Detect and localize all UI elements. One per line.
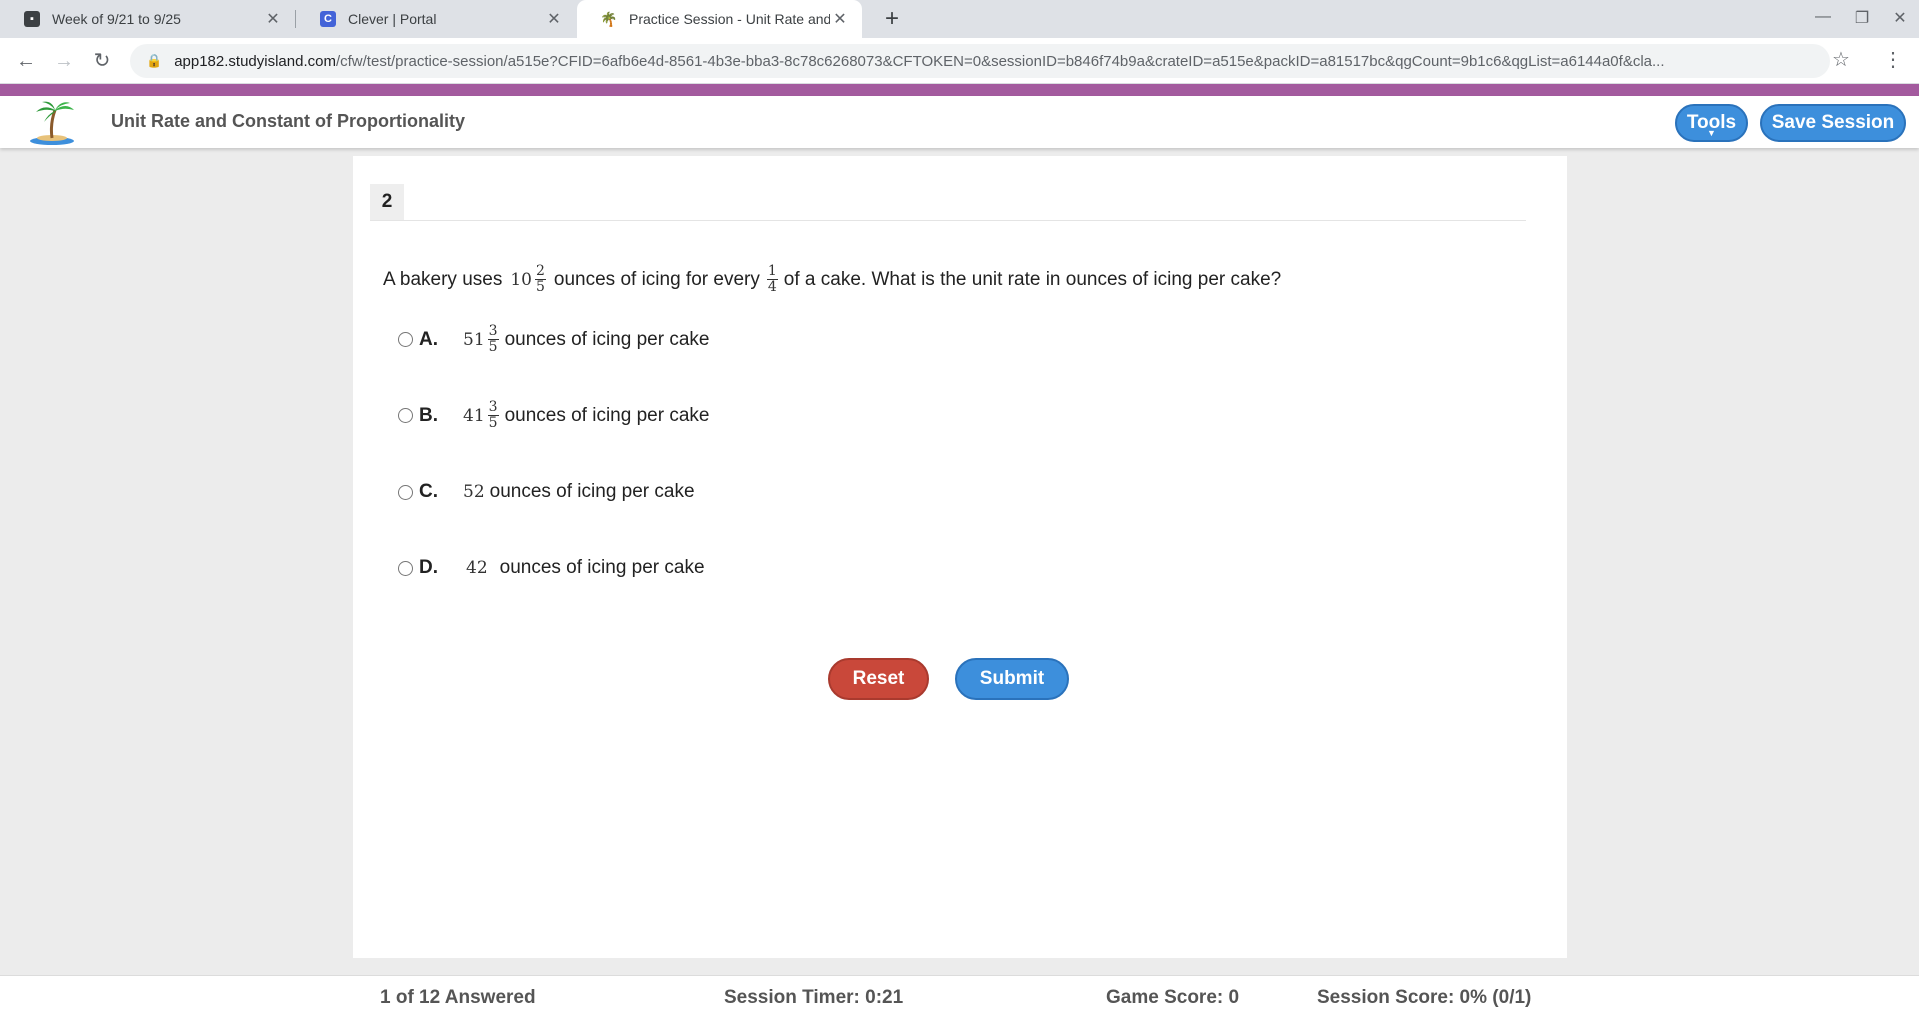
denominator: 5 xyxy=(488,339,498,355)
choice-text: ounces of icing per cake xyxy=(489,481,695,502)
radio-button-c[interactable] xyxy=(398,484,413,500)
classroom-icon: ▪ xyxy=(24,11,40,27)
mixed-number: 10 2 5 xyxy=(510,264,546,295)
close-icon[interactable]: ✕ xyxy=(544,9,564,29)
whole-part: 41 xyxy=(463,405,485,426)
bookmark-star-icon[interactable]: ☆ xyxy=(1832,47,1850,72)
denominator: 4 xyxy=(767,279,777,295)
mixed-number: 41 3 5 xyxy=(463,400,499,431)
denominator: 5 xyxy=(488,415,498,431)
address-bar[interactable]: 🔒 app182.studyisland.com/cfw/test/practi… xyxy=(130,44,1830,78)
denominator: 5 xyxy=(535,279,545,295)
question-text-part: of a cake. What is the unit rate in ounc… xyxy=(783,268,1282,290)
radio-button-a[interactable] xyxy=(398,332,413,347)
caret-down-icon: ▼ xyxy=(1707,128,1716,138)
choice-letter: C. xyxy=(419,481,438,502)
new-tab-icon[interactable]: + xyxy=(877,4,907,34)
choice-text: ounces of icing per cake xyxy=(499,557,705,578)
answer-choice-a[interactable]: A. 51 3 5 ounces of icing per cake xyxy=(398,324,709,355)
browser-toolbar: ← → ↻ 🔒 app182.studyisland.com/cfw/test/… xyxy=(0,38,1919,84)
url-host: app182.studyisland.com xyxy=(174,52,336,70)
browser-tab-strip: ▪ Week of 9/21 to 9/25 ✕ C Clever | Port… xyxy=(0,0,1919,38)
tab-week[interactable]: ▪ Week of 9/21 to 9/25 ✕ xyxy=(0,0,295,38)
minimize-icon[interactable]: — xyxy=(1808,8,1838,26)
tools-button[interactable]: Tools ▼ xyxy=(1675,104,1748,142)
choice-letter: D. xyxy=(419,557,438,578)
fraction: 2 5 xyxy=(534,263,546,295)
app-header: Unit Rate and Constant of Proportionalit… xyxy=(0,96,1919,148)
game-score: Game Score: 0 xyxy=(1106,987,1240,1008)
session-score: Session Score: 0% (0/1) xyxy=(1317,987,1532,1008)
close-icon[interactable]: ✕ xyxy=(830,9,850,29)
tab-title: Practice Session - Unit Rate and C xyxy=(629,11,830,27)
whole-number: 52 xyxy=(463,482,485,502)
back-icon[interactable]: ← xyxy=(12,47,40,75)
session-timer: Session Timer: 0:21 xyxy=(724,987,904,1008)
choice-text: ounces of icing per cake xyxy=(504,404,710,426)
fraction-number: 1 4 xyxy=(764,264,778,295)
question-panel: 2 A bakery uses 10 2 5 ounces of icing f… xyxy=(353,156,1567,958)
forward-icon[interactable]: → xyxy=(50,47,78,75)
whole-number: 42 xyxy=(466,558,488,578)
choice-letter: B. xyxy=(419,404,438,426)
question-text: A bakery uses 10 2 5 ounces of icing for… xyxy=(383,264,1281,295)
numerator: 3 xyxy=(487,323,499,340)
fraction: 3 5 xyxy=(487,399,499,431)
tab-clever[interactable]: C Clever | Portal ✕ xyxy=(296,0,576,38)
numerator: 3 xyxy=(487,399,499,416)
question-text-part: A bakery uses xyxy=(383,268,503,290)
mixed-number: 51 3 5 xyxy=(463,324,499,355)
page-title: Unit Rate and Constant of Proportionalit… xyxy=(111,111,465,131)
header-accent-strip xyxy=(0,84,1919,96)
tab-title: Week of 9/21 to 9/25 xyxy=(52,11,181,27)
divider xyxy=(370,220,1526,221)
reload-icon[interactable]: ↻ xyxy=(88,47,116,75)
numerator: 1 xyxy=(766,263,778,280)
numerator: 2 xyxy=(534,263,546,280)
reset-button[interactable]: Reset xyxy=(828,658,929,700)
window-close-icon[interactable]: ✕ xyxy=(1885,8,1915,28)
restore-icon[interactable]: ❐ xyxy=(1847,8,1877,28)
close-icon[interactable]: ✕ xyxy=(263,9,283,29)
radio-button-b[interactable] xyxy=(398,408,413,423)
browser-menu-icon[interactable]: ⋮ xyxy=(1883,47,1903,72)
answer-choice-d[interactable]: D. 42 ounces of icing per cake xyxy=(398,557,705,579)
answer-choice-b[interactable]: B. 41 3 5 ounces of icing per cake xyxy=(398,400,709,431)
clever-icon: C xyxy=(320,11,336,27)
palm-tree-icon: 🌴 xyxy=(600,10,618,27)
submit-button[interactable]: Submit xyxy=(955,658,1069,700)
question-text-part: ounces of icing for every xyxy=(553,268,760,290)
save-session-button[interactable]: Save Session xyxy=(1760,104,1906,142)
choice-letter: A. xyxy=(419,328,438,350)
study-island-logo-icon xyxy=(30,101,74,145)
radio-button-d[interactable] xyxy=(398,560,413,576)
fraction: 1 4 xyxy=(766,263,778,295)
fraction: 3 5 xyxy=(487,323,499,355)
tab-title: Clever | Portal xyxy=(348,11,437,27)
status-footer: 1 of 12 Answered Session Timer: 0:21 Gam… xyxy=(0,975,1919,1023)
question-number: 2 xyxy=(370,184,404,220)
save-session-label: Save Session xyxy=(1771,112,1895,133)
choice-text: ounces of icing per cake xyxy=(504,328,710,350)
lock-icon: 🔒 xyxy=(146,53,163,68)
answered-count: 1 of 12 Answered xyxy=(380,987,536,1008)
answer-choice-c[interactable]: C. 52 ounces of icing per cake xyxy=(398,481,695,503)
whole-part: 51 xyxy=(463,329,485,350)
url-path: /cfw/test/practice-session/a515e?CFID=6a… xyxy=(335,52,1665,70)
whole-part: 10 xyxy=(510,269,532,290)
tab-practice-session[interactable]: 🌴 Practice Session - Unit Rate and C ✕ xyxy=(577,0,862,38)
